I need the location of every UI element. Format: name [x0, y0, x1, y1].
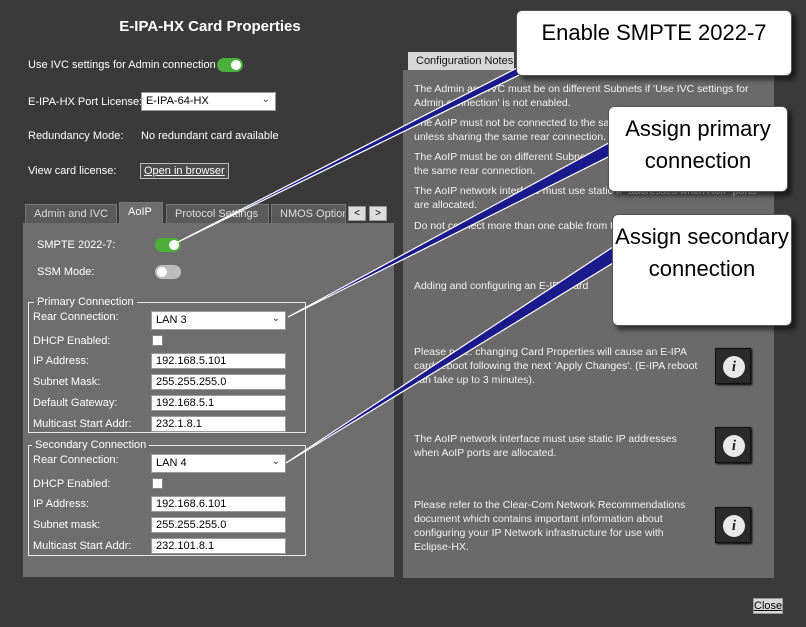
callout-assign-primary: Assign primary connection	[608, 106, 788, 192]
primary-subnet-field[interactable]: 255.255.255.0	[151, 374, 286, 390]
ivc-settings-toggle[interactable]	[217, 58, 243, 72]
secondary-connection-legend: Secondary Connection	[32, 439, 150, 451]
port-license-label: E-IPA-HX Port License:	[28, 96, 143, 108]
secondary-multicast-field[interactable]: 232.101.8.1	[151, 538, 286, 554]
port-license-select[interactable]: E-IPA-64-HX ⌄	[141, 92, 276, 111]
ssm-mode-label: SSM Mode:	[37, 266, 95, 278]
primary-multicast-label: Multicast Start Addr:	[33, 418, 132, 430]
secondary-rear-select[interactable]: LAN 4 ⌄	[151, 454, 286, 473]
secondary-rear-label: Rear Connection:	[33, 454, 119, 466]
secondary-multicast-label: Multicast Start Addr:	[33, 540, 132, 552]
secondary-dhcp-checkbox[interactable]	[152, 478, 163, 489]
secondary-rear-value: LAN 4	[156, 457, 187, 469]
chevron-down-icon: ⌄	[271, 456, 280, 467]
port-license-value: E-IPA-64-HX	[146, 95, 209, 107]
secondary-ip-field[interactable]: 192.168.6.101	[151, 496, 286, 512]
secondary-subnet-field[interactable]: 255.255.255.0	[151, 517, 286, 533]
tab-next-button[interactable]: >	[369, 206, 387, 221]
callout-assign-secondary: Assign secondary connection	[612, 214, 792, 326]
tab-prev-button[interactable]: <	[348, 206, 366, 221]
primary-subnet-label: Subnet Mask:	[33, 376, 101, 388]
info-icon: i	[723, 435, 745, 457]
ivc-settings-label: Use IVC settings for Admin connection	[28, 59, 216, 71]
note-static-ip-info: The AoIP network interface must use stat…	[414, 433, 677, 459]
note-reboot: Please note: changing Card Properties wi…	[414, 346, 698, 386]
primary-connection-legend: Primary Connection	[34, 296, 137, 308]
primary-dhcp-label: DHCP Enabled:	[33, 335, 111, 347]
primary-ip-field[interactable]: 192.168.5.101	[151, 353, 286, 369]
tab-protocol-settings[interactable]: Protocol Settings	[166, 204, 269, 223]
primary-rear-value: LAN 3	[156, 314, 187, 326]
redundancy-label: Redundancy Mode:	[28, 130, 124, 142]
chevron-down-icon: ⌄	[261, 94, 270, 105]
primary-ip-label: IP Address:	[33, 355, 90, 367]
tab-nmos-options[interactable]: NMOS Options	[271, 204, 346, 223]
view-license-label: View card license:	[28, 165, 117, 177]
primary-multicast-field[interactable]: 232.1.8.1	[151, 416, 286, 432]
smpte-toggle[interactable]	[155, 238, 181, 252]
info-button-reboot[interactable]: i	[715, 348, 751, 384]
primary-gateway-field[interactable]: 192.168.5.1	[151, 395, 286, 411]
dialog-title: E-IPA-HX Card Properties	[119, 18, 301, 35]
info-button-static-ip[interactable]: i	[715, 427, 751, 463]
secondary-subnet-label: Subnet mask:	[33, 519, 101, 531]
secondary-dhcp-label: DHCP Enabled:	[33, 478, 111, 490]
info-icon: i	[723, 515, 745, 537]
chevron-down-icon: ⌄	[271, 313, 280, 324]
info-button-network-recommendations[interactable]: i	[715, 507, 751, 543]
redundancy-value: No redundant card available	[141, 130, 279, 142]
note-network-recommendations: Please refer to the Clear-Com Network Re…	[414, 499, 686, 553]
primary-gateway-label: Default Gateway:	[33, 397, 118, 409]
tab-configuration-notes[interactable]: Configuration Notes	[408, 52, 514, 70]
smpte-label: SMPTE 2022-7:	[37, 239, 116, 251]
primary-dhcp-checkbox[interactable]	[152, 335, 163, 346]
tab-aoip[interactable]: AoIP	[119, 202, 163, 223]
callout-enable-smpte: Enable SMPTE 2022-7	[516, 10, 792, 76]
primary-rear-select[interactable]: LAN 3 ⌄	[151, 311, 286, 330]
tab-admin-ivc[interactable]: Admin and IVC	[25, 204, 117, 223]
ssm-mode-toggle[interactable]	[155, 265, 181, 279]
close-button[interactable]: Close	[753, 598, 783, 614]
primary-rear-label: Rear Connection:	[33, 311, 119, 323]
info-icon: i	[723, 356, 745, 378]
secondary-ip-label: IP Address:	[33, 498, 90, 510]
open-in-browser-button[interactable]: Open in browser	[140, 163, 229, 179]
